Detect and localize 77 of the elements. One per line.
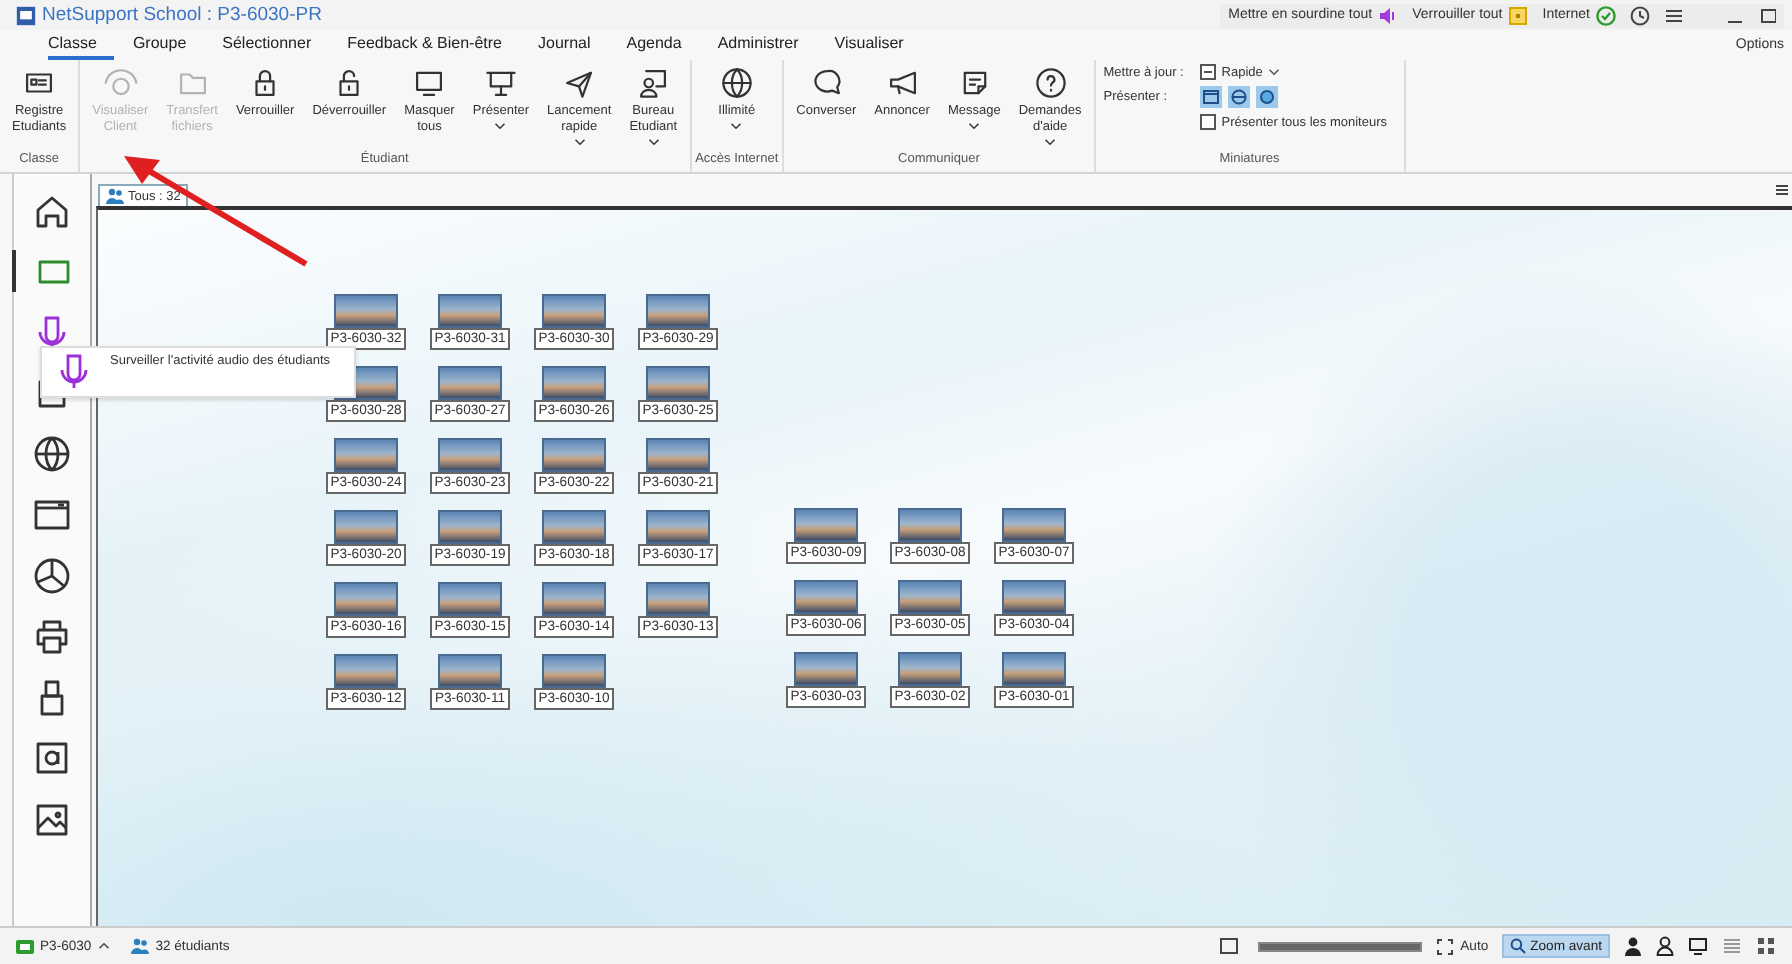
screen-thumbnail [334,510,398,544]
menu-tab[interactable]: Agenda [608,31,700,59]
person-outline-icon[interactable] [1656,936,1674,956]
home-icon [32,191,72,231]
screen-thumbnail [898,508,962,542]
person-screen-icon [636,66,671,100]
person-icon[interactable] [1624,936,1642,956]
grid-view-icon[interactable] [1756,936,1776,956]
maximize-icon[interactable] [1760,5,1776,25]
globe-icon [32,434,72,475]
screen-thumbnail [794,580,858,614]
menu-tab[interactable]: Feedback & Bien-être [329,31,520,59]
screen-thumbnail [334,438,398,472]
screen-thumbnail [334,294,398,328]
app-logo-icon [16,5,36,25]
sidebar-item[interactable] [30,554,74,597]
menu-tab[interactable]: Visualiser [816,31,922,59]
fit-screen-icon [1436,937,1455,955]
screen-thumbnail [646,366,710,400]
screen-thumbnail [646,510,710,544]
sidebar-item[interactable] [30,433,74,476]
screen-thumbnail [1002,580,1066,614]
eye-icon [103,66,138,100]
screen-thumbnail [438,510,502,544]
screen-thumbnail [542,366,606,400]
window-title: NetSupport School : P3-6030-PR [42,4,322,26]
search-icon [1510,938,1527,954]
at-sign-icon [32,738,72,779]
screen-thumbnail [646,582,710,616]
menu-tab[interactable]: Groupe [114,31,205,59]
monitor-icon[interactable] [1688,936,1708,956]
monitor-icon [412,66,447,100]
menu-tab[interactable]: Administrer [699,31,817,59]
list-view-icon[interactable] [1722,936,1742,956]
screen-thumbnail [438,582,502,616]
lock-icon [1508,5,1529,25]
screen-thumbnail [794,652,858,686]
screen-thumbnail [438,366,502,400]
screen-thumbnail [898,580,962,614]
menu-icon[interactable] [1664,5,1684,25]
screen-thumbnail [438,294,502,328]
chat-icon [809,66,844,100]
screen-thumbnail [1002,652,1066,686]
screen-thumbnail [898,652,962,686]
screen-thumbnail [794,508,858,542]
presentation-icon [483,66,518,100]
people-icon [106,188,124,204]
caret-icon [97,942,110,950]
screen-thumbnail [1002,508,1066,542]
speaker-icon [1378,5,1399,25]
zoom-slider[interactable] [1258,941,1423,951]
globe-icon [719,66,754,100]
megaphone-icon [885,66,920,100]
screen-thumbnail [542,510,606,544]
printer-icon [32,616,72,657]
globe-icon[interactable] [1227,86,1250,108]
screen-thumbnail [542,294,606,328]
monitor-icon [16,939,34,953]
screen-thumbnail [542,582,606,616]
screen-thumbnail [334,582,398,616]
people-icon [129,938,150,954]
screen-thumbnail [334,654,398,688]
clock-icon[interactable] [1630,5,1650,25]
paper-plane-icon [562,66,597,100]
screen-thumbnail [646,438,710,472]
pie-chart-icon [32,555,72,596]
window-icon[interactable] [1199,86,1222,108]
menu-icon[interactable] [1776,184,1788,196]
check-circle-icon [1596,5,1616,25]
screen-thumbnail [438,438,502,472]
screen-thumbnail [542,438,606,472]
screen-thumbnail [646,294,710,328]
screen-thumbnail [542,654,606,688]
menu-tab[interactable]: Journal [520,31,609,59]
menu-tab[interactable]: Sélectionner [204,31,330,59]
caret-icon [1268,68,1281,76]
screen-thumbnail [438,654,502,688]
